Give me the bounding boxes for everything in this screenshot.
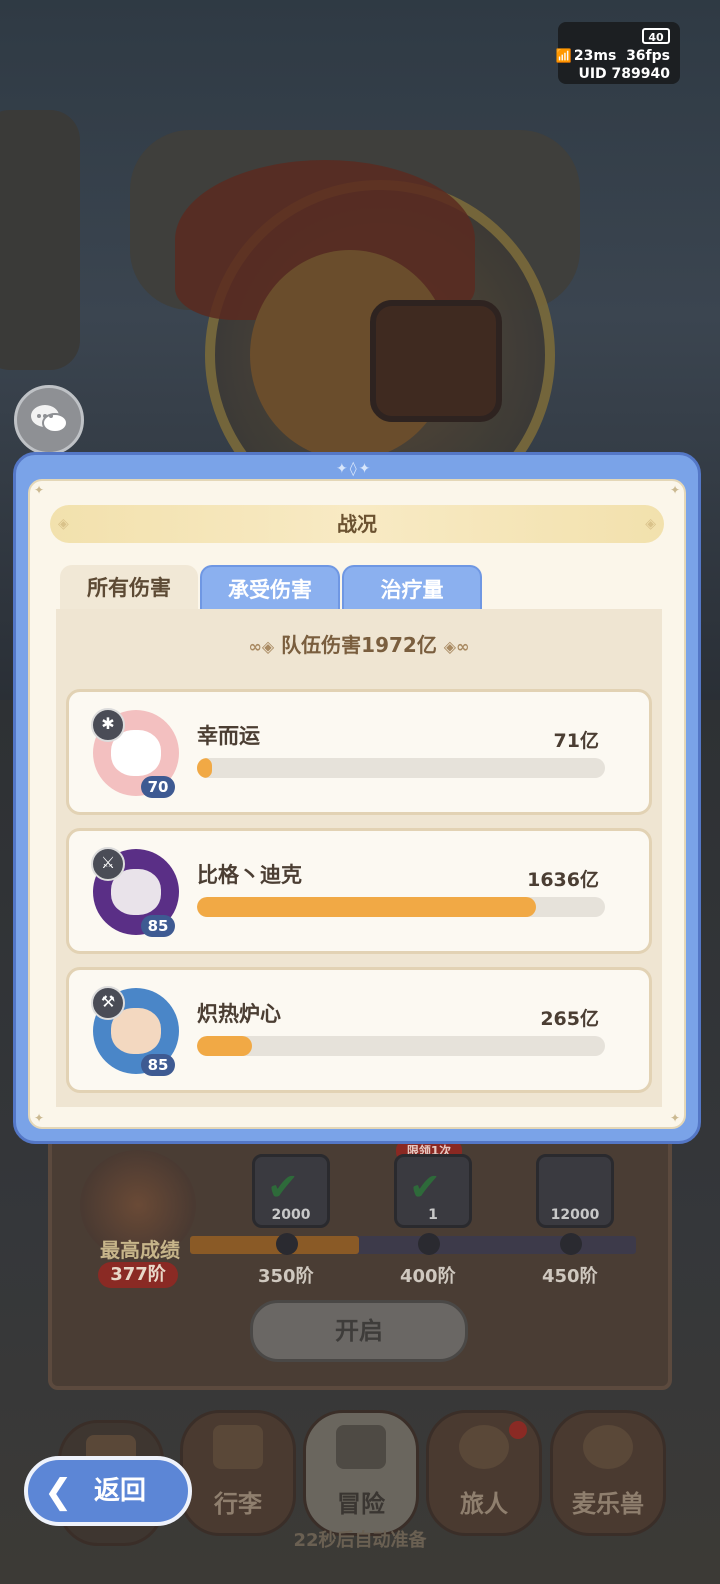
- character-name: 比格丶迪克: [197, 863, 302, 887]
- corner-ornament: ✦: [669, 1111, 680, 1125]
- team-damage-text: 队伍伤害1972亿: [281, 633, 437, 657]
- progress-node: [560, 1233, 582, 1255]
- reward-amount: 1: [428, 1207, 438, 1223]
- fps-text: 36fps: [626, 48, 670, 64]
- battle-stats-modal: ✦◊✦ ✦ ✦ ✦ ✦ ◈ 战况 ◈ 所有伤害 承受伤害 治疗量 ∞◈ 队伍伤害…: [13, 452, 701, 1144]
- corner-ornament: ✦: [34, 483, 45, 497]
- back-button[interactable]: ❮ 返回: [24, 1456, 192, 1526]
- nav-travelers[interactable]: 旅人: [426, 1410, 542, 1536]
- traveler-icon: [459, 1425, 509, 1469]
- mascot-barrel: [370, 300, 502, 422]
- reward-amount: 2000: [271, 1207, 311, 1223]
- ping-text: 23ms: [573, 48, 617, 64]
- chat-bubbles-icon: [31, 405, 68, 433]
- reward-item-3[interactable]: 12000: [536, 1154, 614, 1228]
- best-score-label: 最高成绩: [100, 1238, 180, 1262]
- progress-node: [276, 1233, 298, 1255]
- nav-label: 冒险: [337, 1490, 385, 1518]
- damage-bar: [197, 1036, 605, 1056]
- back-arrow-icon: ❮: [44, 1472, 73, 1512]
- nav-adventure[interactable]: 冒险: [303, 1410, 419, 1536]
- back-label: 返回: [94, 1476, 147, 1506]
- damage-bar-fill: [197, 897, 536, 917]
- stage-progress-fill: [190, 1236, 360, 1254]
- tab-healing[interactable]: 治疗量: [342, 565, 482, 611]
- auto-ready-text: 22秒后自动准备: [293, 1530, 427, 1551]
- diamond-ornament: ◈: [58, 516, 69, 532]
- character-avatar[interactable]: ⚔ 85: [91, 847, 179, 937]
- open-button[interactable]: 开启: [250, 1300, 468, 1362]
- level-badge: 85: [141, 915, 175, 937]
- modal-title-bar: ◈ 战况 ◈: [50, 505, 664, 543]
- nav-pets[interactable]: 麦乐兽: [550, 1410, 666, 1536]
- modal-title: 战况: [337, 512, 377, 536]
- character-avatar[interactable]: ✱ 70: [91, 708, 179, 798]
- network-stats: 📶 23ms 36fps: [556, 48, 670, 64]
- character-name: 幸而运: [197, 724, 260, 748]
- class-icon: ⚔: [91, 847, 125, 881]
- background-rock-left: [0, 110, 80, 370]
- stage-label: 350阶: [258, 1266, 314, 1287]
- damage-bar: [197, 897, 605, 917]
- check-icon: ✔: [409, 1165, 441, 1209]
- ornament-left-icon: ∞◈: [248, 637, 275, 656]
- character-avatar[interactable]: ⚒ 85: [91, 986, 179, 1076]
- damage-value: 1636亿: [527, 869, 599, 891]
- damage-bar: [197, 758, 605, 778]
- modal-ornament: ✦◊✦: [336, 461, 373, 477]
- diamond-ornament: ◈: [645, 516, 656, 532]
- luggage-icon: [213, 1425, 263, 1469]
- damage-value: 265亿: [540, 1008, 599, 1030]
- wifi-icon: 📶: [555, 49, 572, 64]
- chat-button[interactable]: [14, 385, 84, 455]
- damage-bar-fill: [197, 758, 212, 778]
- level-badge: 85: [141, 1054, 175, 1076]
- status-overlay: 40 📶 23ms 36fps UID 789940: [556, 22, 680, 84]
- tab-damage-taken[interactable]: 承受伤害: [200, 565, 340, 611]
- character-name: 炽热炉心: [197, 1002, 281, 1026]
- team-damage-total: ∞◈ 队伍伤害1972亿 ◈∞: [56, 629, 662, 658]
- best-score-value: 377阶: [98, 1262, 178, 1288]
- progress-node: [418, 1233, 440, 1255]
- stage-label: 400阶: [400, 1266, 456, 1287]
- damage-panel: ∞◈ 队伍伤害1972亿 ◈∞ ✱ 70 幸而运 71亿 ⚔ 85 比格丶迪克 …: [56, 609, 662, 1107]
- damage-row: ✱ 70 幸而运 71亿: [66, 689, 652, 815]
- class-icon: ✱: [91, 708, 125, 742]
- reward-item-1[interactable]: ✔ 2000: [252, 1154, 330, 1228]
- nav-label: 行李: [214, 1490, 262, 1518]
- stage-progress-bar: [190, 1233, 636, 1255]
- damage-row: ⚒ 85 炽热炉心 265亿: [66, 967, 652, 1093]
- class-icon: ⚒: [91, 986, 125, 1020]
- nav-label: 旅人: [460, 1490, 508, 1518]
- stage-label: 450阶: [542, 1266, 598, 1287]
- check-icon: ✔: [267, 1165, 299, 1209]
- nav-luggage[interactable]: 行李: [180, 1410, 296, 1536]
- modal-body: ✦ ✦ ✦ ✦ ◈ 战况 ◈ 所有伤害 承受伤害 治疗量 ∞◈ 队伍伤害1972…: [28, 479, 686, 1129]
- pet-icon: [583, 1425, 633, 1469]
- damage-bar-fill: [197, 1036, 252, 1056]
- ornament-right-icon: ◈∞: [443, 637, 470, 656]
- notification-dot: [509, 1421, 527, 1439]
- uid-text: UID 789940: [578, 66, 670, 82]
- reward-amount: 12000: [550, 1207, 600, 1223]
- corner-ornament: ✦: [34, 1111, 45, 1125]
- battery-indicator: 40: [642, 28, 670, 44]
- crossed-swords-icon: [336, 1425, 386, 1469]
- level-badge: 70: [141, 776, 175, 798]
- damage-row: ⚔ 85 比格丶迪克 1636亿: [66, 828, 652, 954]
- reward-item-2[interactable]: ✔ 1: [394, 1154, 472, 1228]
- nav-label: 麦乐兽: [572, 1490, 644, 1518]
- damage-value: 71亿: [553, 730, 599, 752]
- corner-ornament: ✦: [669, 483, 680, 497]
- tab-all-damage[interactable]: 所有伤害: [60, 565, 198, 611]
